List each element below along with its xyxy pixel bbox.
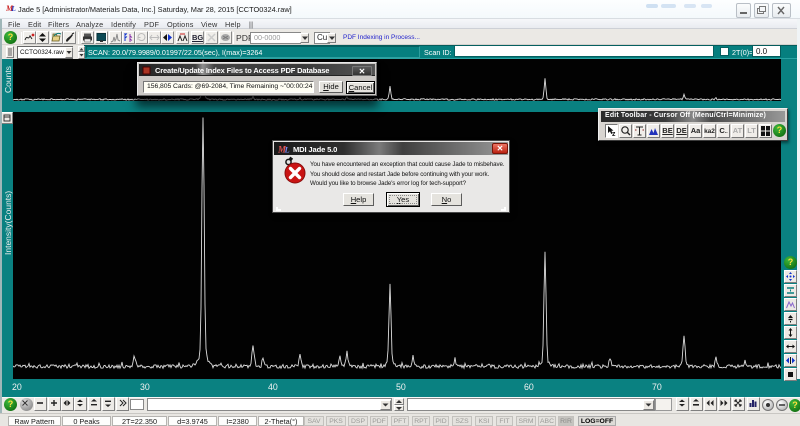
svg-text:L: L xyxy=(284,145,290,155)
svg-text:L: L xyxy=(10,4,16,12)
svg-text:z: z xyxy=(612,131,616,137)
